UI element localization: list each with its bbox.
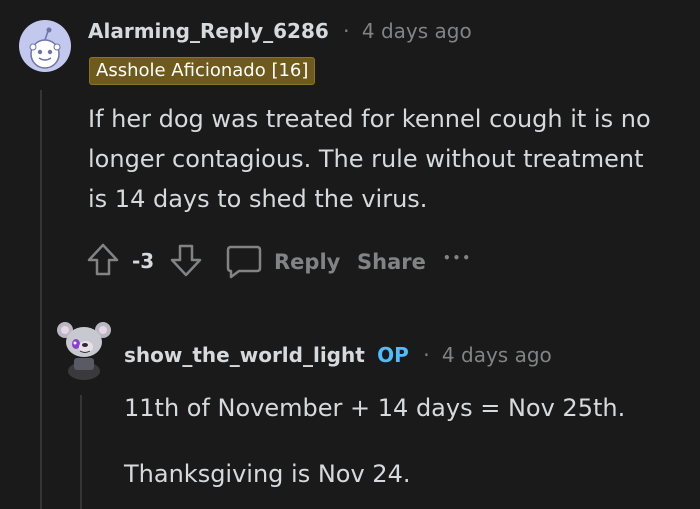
username[interactable]: Alarming_Reply_6286 xyxy=(88,19,329,43)
op-badge: OP xyxy=(377,343,409,367)
username[interactable]: show_the_world_light xyxy=(124,343,365,367)
comment-body-line: If her dog was treated for kennel cough … xyxy=(88,105,651,133)
user-avatar[interactable] xyxy=(56,316,112,380)
reddit-snoo-icon xyxy=(29,27,61,69)
share-button[interactable]: Share xyxy=(357,248,426,276)
comment-body-line: is 14 days to shed the virus. xyxy=(88,185,428,213)
timestamp[interactable]: 4 days ago xyxy=(362,19,472,43)
downvote-icon[interactable] xyxy=(169,242,203,278)
comment-body-line: 11th of November + 14 days = Nov 25th. xyxy=(124,394,626,422)
user-flair: Asshole Aficionado [16] xyxy=(89,57,316,85)
koala-avatar-icon xyxy=(57,322,111,380)
comment-body-line: Thanksgiving is Nov 24. xyxy=(124,460,411,488)
comment-body: 11th of November + 14 days = Nov 25th. T… xyxy=(124,388,684,494)
timestamp[interactable]: 4 days ago xyxy=(442,343,552,367)
comment-body-line: longer contagious. The rule without trea… xyxy=(88,145,644,173)
meta-separator: · xyxy=(423,343,430,367)
more-options-icon[interactable]: ••• xyxy=(443,248,472,268)
user-avatar[interactable] xyxy=(19,20,71,72)
vote-score: -3 xyxy=(132,249,155,273)
comment-bubble-icon[interactable] xyxy=(225,244,263,280)
comment-body: If her dog was treated for kennel cough … xyxy=(88,99,688,219)
comment-header: Alarming_Reply_6286 · 4 days ago xyxy=(88,16,472,46)
upvote-icon[interactable] xyxy=(86,242,120,278)
thread-line-main[interactable] xyxy=(40,90,42,509)
meta-separator: · xyxy=(343,19,350,43)
reply-button[interactable]: Reply xyxy=(274,248,340,276)
comment-header: show_the_world_light OP · 4 days ago xyxy=(124,340,552,370)
thread-line-reply[interactable] xyxy=(80,395,82,509)
